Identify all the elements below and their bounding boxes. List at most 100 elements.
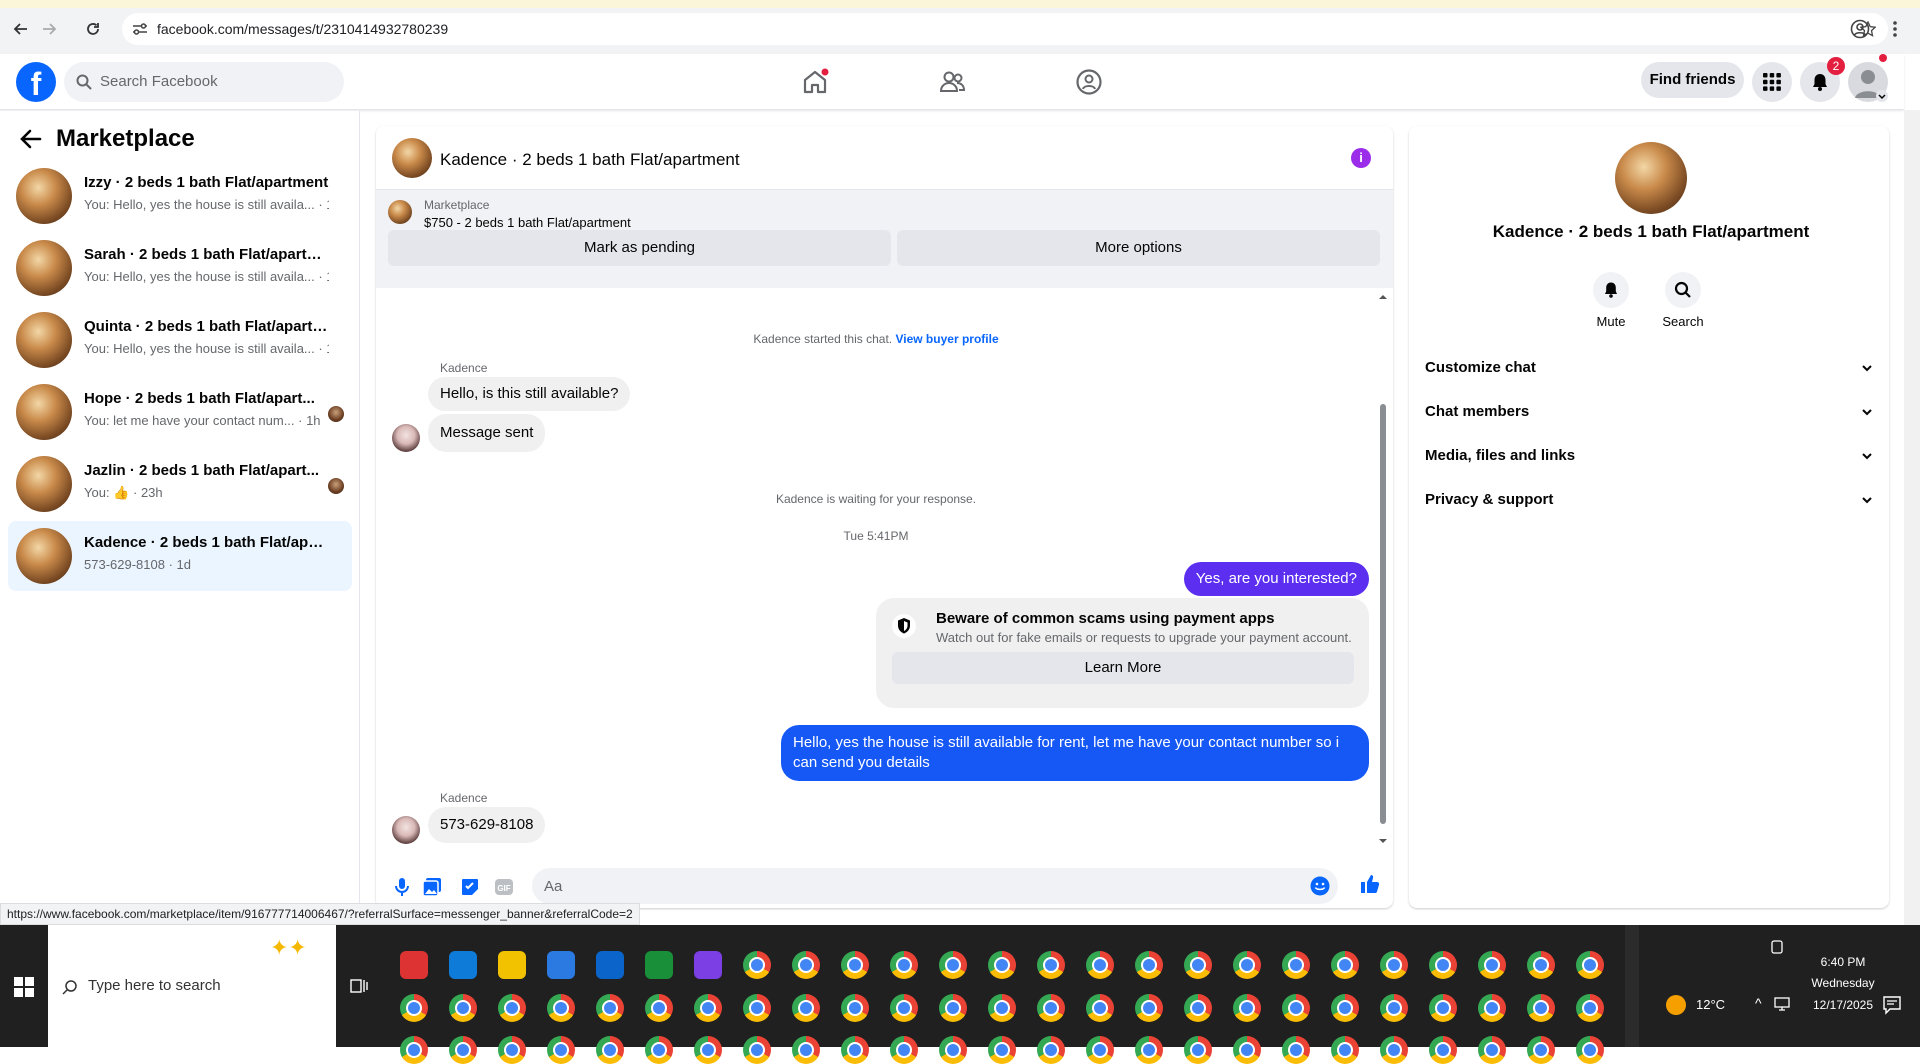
chrome-window-icon[interactable] [890, 951, 918, 979]
chat-listing-avatar[interactable] [392, 138, 432, 178]
chrome-window-icon[interactable] [1037, 1036, 1065, 1064]
chrome-window-icon[interactable] [1380, 994, 1408, 1022]
chrome-window-icon[interactable] [1037, 994, 1065, 1022]
taskbar-app-icon[interactable] [596, 951, 624, 979]
chrome-window-icon[interactable] [890, 994, 918, 1022]
privacy-support-section[interactable]: Privacy & support [1425, 478, 1873, 522]
outgoing-message[interactable]: Yes, are you interested? [1183, 562, 1369, 596]
chrome-window-icon[interactable] [890, 1036, 918, 1064]
network-icon[interactable] [1774, 997, 1790, 1011]
conversation-item[interactable]: Sarah · 2 beds 1 bath Flat/apartment You… [8, 233, 352, 303]
chrome-window-icon[interactable] [743, 1036, 771, 1064]
forward-icon[interactable] [36, 16, 62, 42]
chrome-window-icon[interactable] [1576, 951, 1604, 979]
chrome-window-icon[interactable] [792, 994, 820, 1022]
chrome-window-icon[interactable] [792, 1036, 820, 1064]
chrome-window-icon[interactable] [1380, 1036, 1408, 1064]
photo-icon[interactable] [422, 877, 442, 897]
conversation-item-active[interactable]: Kadence · 2 beds 1 bath Flat/apart... 57… [8, 521, 352, 591]
taskbar-app-icon[interactable] [694, 951, 722, 979]
url-text[interactable]: facebook.com/messages/t/2310414932780239 [157, 21, 448, 37]
chrome-window-icon[interactable] [1576, 1036, 1604, 1064]
chrome-window-icon[interactable] [1282, 1036, 1310, 1064]
chrome-window-icon[interactable] [841, 994, 869, 1022]
chrome-window-icon[interactable] [841, 1036, 869, 1064]
scrollbar-thumb[interactable] [1380, 404, 1386, 824]
more-options-button[interactable]: More options [897, 230, 1380, 266]
chrome-window-icon[interactable] [1331, 951, 1359, 979]
marketplace-listing-banner[interactable]: Marketplace $750 - 2 beds 1 bath Flat/ap… [376, 190, 1393, 288]
gif-icon[interactable]: GIF [494, 877, 514, 897]
taskbar-app-icon[interactable] [645, 951, 673, 979]
chrome-window-icon[interactable] [596, 994, 624, 1022]
chrome-window-icon[interactable] [743, 951, 771, 979]
chrome-window-icon[interactable] [1478, 1036, 1506, 1064]
chrome-window-icon[interactable] [645, 994, 673, 1022]
taskbar-app-icon[interactable] [400, 951, 428, 979]
chrome-window-icon[interactable] [1184, 1036, 1212, 1064]
chrome-window-icon[interactable] [1086, 1036, 1114, 1064]
chrome-window-icon[interactable] [1135, 1036, 1163, 1064]
view-buyer-profile-link[interactable]: View buyer profile [895, 332, 998, 346]
chrome-window-icon[interactable] [498, 1036, 526, 1064]
chrome-window-icon[interactable] [1282, 951, 1310, 979]
chrome-window-icon[interactable] [400, 1036, 428, 1064]
chrome-window-icon[interactable] [939, 994, 967, 1022]
chrome-window-icon[interactable] [988, 994, 1016, 1022]
message-input[interactable]: Aa [532, 868, 1338, 904]
chrome-window-icon[interactable] [988, 951, 1016, 979]
chat-members-section[interactable]: Chat members [1425, 390, 1873, 434]
profile-icon[interactable] [1850, 19, 1870, 39]
chrome-window-icon[interactable] [1037, 951, 1065, 979]
chrome-window-icon[interactable] [1233, 994, 1261, 1022]
sender-avatar[interactable] [392, 424, 420, 452]
chrome-window-icon[interactable] [547, 1036, 575, 1064]
taskbar-app-icon[interactable] [498, 951, 526, 979]
chrome-window-icon[interactable] [1478, 994, 1506, 1022]
windows-start-icon[interactable] [14, 977, 34, 997]
listing-avatar[interactable] [1615, 142, 1687, 214]
facebook-logo-icon[interactable]: f [16, 62, 56, 102]
back-arrow-icon[interactable] [20, 129, 42, 149]
chrome-window-icon[interactable] [645, 1036, 673, 1064]
home-icon[interactable] [801, 68, 829, 96]
clock-date[interactable]: 12/17/2025 [1798, 998, 1888, 1012]
taskbar-app-icon[interactable] [547, 951, 575, 979]
site-settings-icon[interactable] [132, 22, 148, 36]
notification-center-icon[interactable] [1882, 995, 1902, 1015]
thumbs-up-send-icon[interactable] [1359, 873, 1381, 895]
chrome-window-icon[interactable] [1086, 994, 1114, 1022]
chrome-window-icon[interactable] [1233, 1036, 1261, 1064]
scroll-up-icon[interactable] [1378, 294, 1388, 300]
chrome-window-icon[interactable] [596, 1036, 624, 1064]
taskbar-app-icon[interactable] [449, 951, 477, 979]
chrome-window-icon[interactable] [1527, 1036, 1555, 1064]
chrome-window-icon[interactable] [1331, 1036, 1359, 1064]
chrome-window-icon[interactable] [449, 1036, 477, 1064]
taskbar-search-input[interactable]: Type here to search ✦✦ [48, 925, 336, 1047]
chrome-window-icon[interactable] [1086, 951, 1114, 979]
incoming-message[interactable]: Message sent [428, 414, 546, 452]
chrome-window-icon[interactable] [694, 994, 722, 1022]
sender-avatar[interactable] [392, 816, 420, 844]
chrome-window-icon[interactable] [449, 994, 477, 1022]
emoji-icon[interactable] [1310, 876, 1330, 896]
chrome-window-icon[interactable] [1282, 994, 1310, 1022]
mark-as-pending-button[interactable]: Mark as pending [388, 230, 891, 266]
weather-sun-icon[interactable] [1666, 995, 1686, 1015]
clock-day[interactable]: Wednesday [1798, 976, 1888, 990]
chrome-window-icon[interactable] [1478, 951, 1506, 979]
search-input[interactable]: Search Facebook [64, 62, 344, 102]
chrome-window-icon[interactable] [792, 951, 820, 979]
address-bar[interactable]: facebook.com/messages/t/2310414932780239 [122, 13, 1888, 45]
conversation-item[interactable]: Jazlin · 2 beds 1 bath Flat/apart... You… [8, 449, 352, 519]
mute-button[interactable]: Mute [1581, 272, 1641, 329]
chrome-window-icon[interactable] [1331, 994, 1359, 1022]
chrome-window-icon[interactable] [1380, 951, 1408, 979]
reload-icon[interactable] [80, 16, 106, 42]
sticker-icon[interactable] [460, 877, 480, 897]
chrome-window-icon[interactable] [743, 994, 771, 1022]
chrome-window-icon[interactable] [694, 1036, 722, 1064]
tray-chevron-up-icon[interactable]: ^ [1755, 995, 1762, 1011]
chrome-window-icon[interactable] [939, 1036, 967, 1064]
